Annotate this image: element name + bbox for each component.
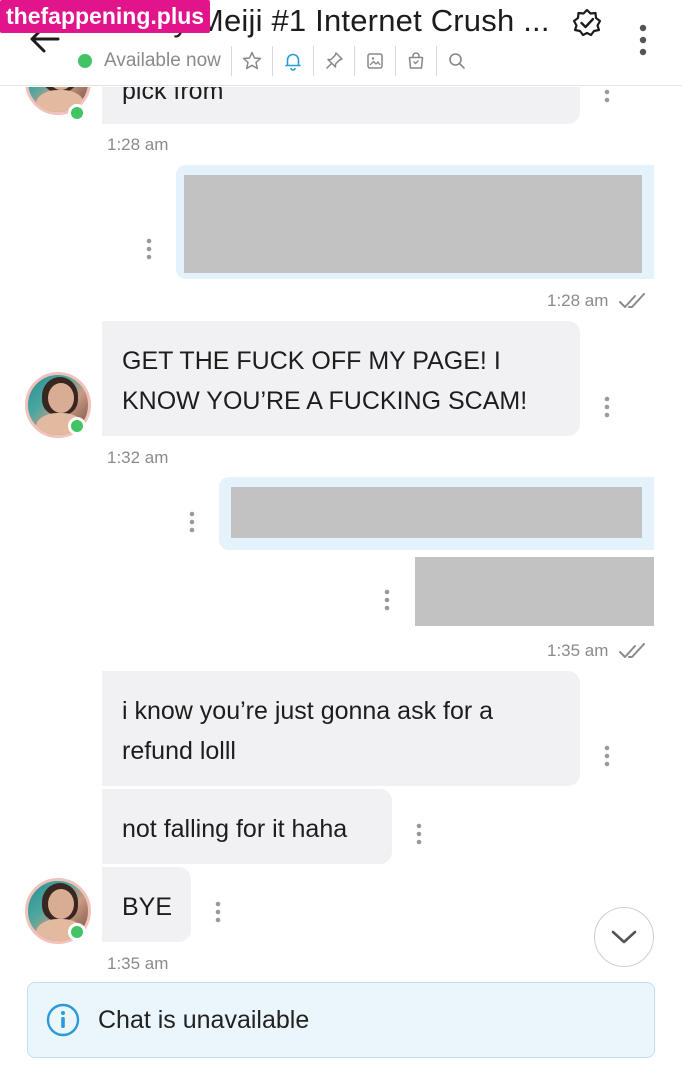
outgoing-message-bubble[interactable] bbox=[219, 477, 654, 550]
chat-header: Foxcey Meiji #1 Internet Crush ... thefa… bbox=[0, 0, 682, 86]
avatar-online-dot bbox=[68, 104, 86, 122]
avatar-online-dot bbox=[68, 417, 86, 435]
redacted-image-message[interactable] bbox=[415, 557, 654, 626]
message-time: 1:28 am bbox=[547, 291, 609, 310]
redacted-content bbox=[231, 487, 642, 538]
message-text: i know you’re just gonna ask for a refun… bbox=[122, 697, 494, 765]
message-options-icon[interactable] bbox=[144, 238, 154, 262]
message-time: 1:35 am bbox=[547, 641, 609, 660]
status-text: Available now bbox=[104, 50, 221, 71]
message-time: 1:35 am bbox=[107, 954, 169, 973]
message-bubble[interactable]: GET THE FUCK OFF MY PAGE! I KNOW YOU’RE … bbox=[102, 321, 580, 436]
message-text: GET THE FUCK OFF MY PAGE! I KNOW YOU’RE … bbox=[122, 347, 528, 415]
message-time: 1:32 am bbox=[107, 448, 169, 467]
search-icon bbox=[449, 53, 465, 69]
message-bubble[interactable]: pick from bbox=[102, 87, 580, 124]
scroll-to-bottom-button[interactable] bbox=[594, 907, 654, 967]
outgoing-message-bubble[interactable] bbox=[176, 165, 654, 279]
purchases-button[interactable] bbox=[394, 46, 436, 76]
message-bubble[interactable]: not falling for it haha bbox=[102, 789, 392, 864]
status-row: Available now bbox=[78, 46, 477, 76]
redacted-content bbox=[184, 175, 642, 273]
message-text: BYE bbox=[122, 893, 173, 921]
avatar-online-dot bbox=[68, 923, 86, 941]
message-options-icon[interactable] bbox=[414, 823, 424, 847]
message-options-icon[interactable] bbox=[213, 901, 223, 925]
shopping-bag-icon bbox=[408, 52, 424, 69]
watermark: thefappening.plus bbox=[0, 0, 211, 33]
message-text: pick from bbox=[122, 87, 224, 105]
message-options-icon[interactable] bbox=[602, 745, 612, 769]
message-bubble[interactable]: i know you’re just gonna ask for a refun… bbox=[102, 671, 580, 786]
bell-icon bbox=[285, 53, 301, 71]
media-button[interactable] bbox=[353, 46, 395, 76]
message-bubble[interactable]: BYE bbox=[102, 867, 191, 942]
more-options-icon[interactable] bbox=[634, 24, 652, 56]
search-button[interactable] bbox=[435, 46, 477, 76]
message-options-icon[interactable] bbox=[382, 589, 392, 613]
read-receipt-icon bbox=[619, 643, 645, 658]
message-time: 1:28 am bbox=[107, 135, 169, 154]
pin-icon bbox=[325, 52, 343, 70]
info-icon bbox=[46, 1003, 80, 1037]
online-status-dot bbox=[78, 54, 92, 68]
message-clip: pick from bbox=[0, 87, 682, 127]
message-text: not falling for it haha bbox=[122, 815, 348, 843]
notifications-button[interactable] bbox=[271, 46, 313, 76]
read-receipt-icon bbox=[619, 293, 645, 308]
pin-button[interactable] bbox=[312, 46, 354, 76]
image-icon bbox=[367, 53, 383, 69]
chat-unavailable-text: Chat is unavailable bbox=[98, 1005, 310, 1034]
message-options-icon[interactable] bbox=[602, 396, 612, 420]
star-icon bbox=[242, 51, 262, 70]
chevron-down-icon bbox=[611, 930, 637, 944]
message-options-icon[interactable] bbox=[187, 511, 197, 535]
verified-icon bbox=[572, 8, 602, 37]
message-options-icon[interactable] bbox=[602, 89, 612, 113]
chat-unavailable-banner: Chat is unavailable bbox=[27, 982, 655, 1058]
star-button[interactable] bbox=[230, 46, 272, 76]
